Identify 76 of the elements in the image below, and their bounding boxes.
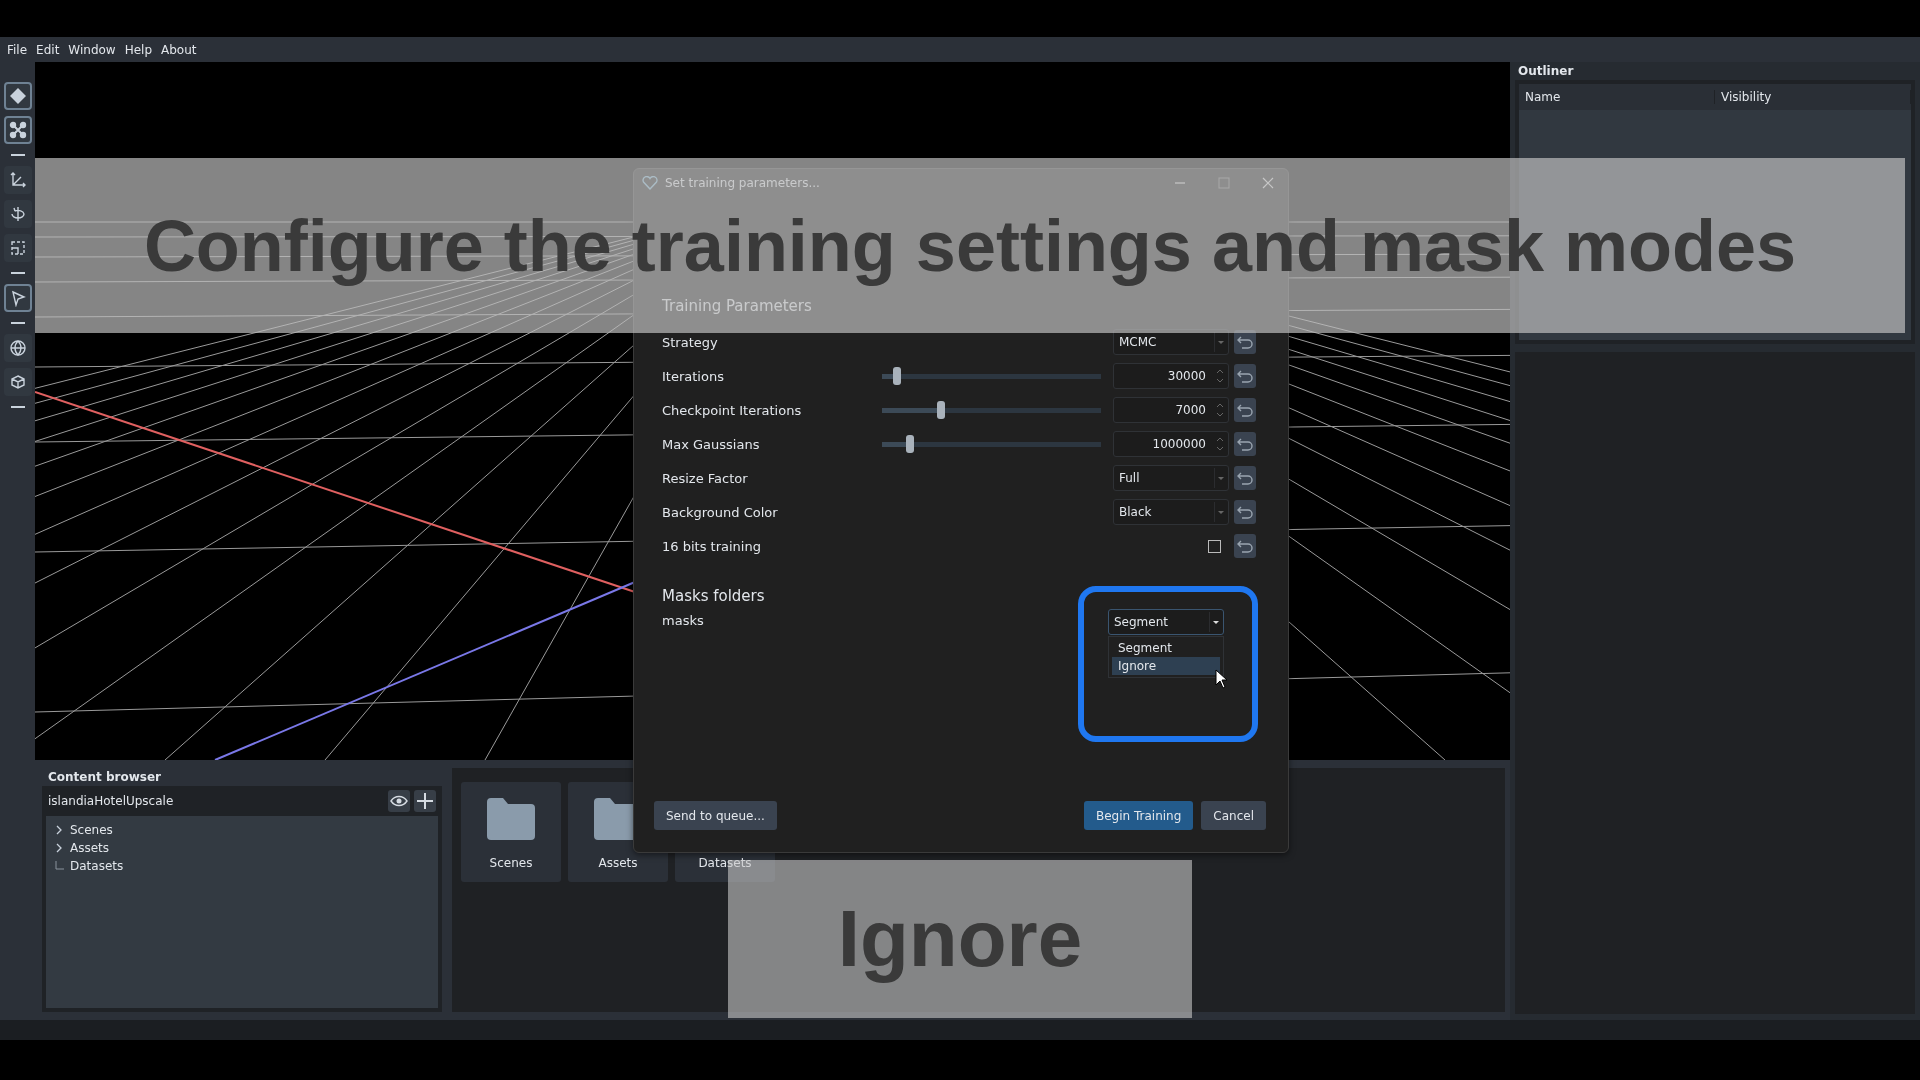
dropdown[interactable]: Segment (1108, 609, 1224, 635)
reset-button[interactable] (1234, 500, 1256, 524)
folder-icon (485, 796, 537, 842)
caption-text: Ignore (837, 893, 1083, 985)
column-header[interactable]: Visibility (1715, 90, 1911, 104)
dialog-button[interactable]: Send to queue... (654, 801, 777, 830)
eye-icon (390, 794, 408, 808)
dropdown-option[interactable]: Segment (1112, 639, 1220, 657)
number-field[interactable]: 30000 (1113, 363, 1229, 389)
caption-text: Configure the training settings and mask modes (143, 204, 1797, 287)
globe-icon (8, 339, 27, 357)
parameter-label: 16 bits training (662, 538, 762, 554)
toolbar-separator (10, 406, 25, 408)
scale-icon (8, 239, 27, 257)
menu-item[interactable]: Help (124, 42, 153, 57)
section-heading: Masks folders (662, 586, 766, 607)
parameter-label: Background Color (662, 504, 779, 520)
tool-button[interactable] (3, 234, 32, 262)
tool-button[interactable] (3, 166, 32, 194)
mask-folder-label: masks (662, 612, 705, 628)
axes-icon (8, 171, 27, 189)
dropdown[interactable]: Full (1113, 465, 1229, 491)
mouse-pointer-icon (1215, 669, 1229, 689)
toolbar-separator (10, 154, 25, 156)
reset-button[interactable] (1234, 534, 1256, 558)
slider-thumb[interactable] (892, 367, 901, 385)
toolbar-separator (10, 322, 25, 324)
tool-button[interactable] (3, 82, 32, 110)
tool-button[interactable] (3, 116, 32, 144)
tree-item[interactable]: Assets (54, 839, 430, 857)
tool-button[interactable] (3, 284, 32, 312)
plus-icon (416, 792, 434, 810)
menu-item[interactable]: File (7, 42, 28, 57)
reset-button[interactable] (1234, 398, 1256, 422)
tree-item[interactable]: Scenes (54, 821, 430, 839)
parameter-label: Checkpoint Iterations (662, 402, 803, 418)
tool-button[interactable] (3, 368, 32, 396)
reset-button[interactable] (1234, 364, 1256, 388)
slider-fill (882, 374, 893, 379)
reset-button[interactable] (1234, 432, 1256, 456)
slider-thumb[interactable] (906, 435, 915, 453)
parameter-label: Max Gaussians (662, 436, 761, 452)
panel-title: Content browser (42, 768, 442, 786)
parameter-label: Strategy (662, 334, 719, 350)
dialog-button[interactable]: Cancel (1201, 801, 1266, 830)
menu-item[interactable]: Window (68, 42, 116, 57)
parameter-label: Resize Factor (662, 470, 749, 486)
toolbar-separator (10, 272, 25, 274)
menu-item[interactable]: Edit (36, 42, 60, 57)
node-graph-icon (8, 121, 27, 139)
slider-thumb[interactable] (936, 401, 945, 419)
add-button[interactable] (414, 790, 436, 812)
section-heading: Training Parameters (662, 296, 813, 317)
tool-button[interactable] (3, 334, 32, 362)
tree-item[interactable]: Datasets (54, 857, 430, 875)
tool-button[interactable] (3, 200, 32, 228)
checkbox[interactable] (1208, 539, 1221, 553)
rotate-icon (8, 205, 27, 223)
dropdown-option[interactable]: Ignore (1112, 657, 1220, 675)
dialog-button[interactable]: Begin Training (1084, 801, 1194, 830)
cube-icon (8, 373, 27, 391)
number-field[interactable]: 7000 (1113, 397, 1229, 423)
number-field[interactable]: 1000000 (1113, 431, 1229, 457)
diamond-icon (8, 87, 27, 105)
window-title: Set training parameters... (665, 176, 821, 190)
dropdown[interactable]: Black (1113, 499, 1229, 525)
project-name: islandiaHotelUpscale (48, 794, 175, 808)
visibility-button[interactable] (388, 790, 410, 812)
column-header[interactable]: Name (1519, 90, 1715, 104)
folder-card[interactable]: Scenes (461, 782, 561, 882)
panel-title: Outliner (1515, 64, 1915, 80)
slider-fill (882, 408, 937, 413)
parameter-label: Iterations (662, 368, 725, 384)
menu-item[interactable]: About (161, 42, 197, 57)
reset-button[interactable] (1234, 466, 1256, 490)
slider-fill (882, 442, 907, 447)
